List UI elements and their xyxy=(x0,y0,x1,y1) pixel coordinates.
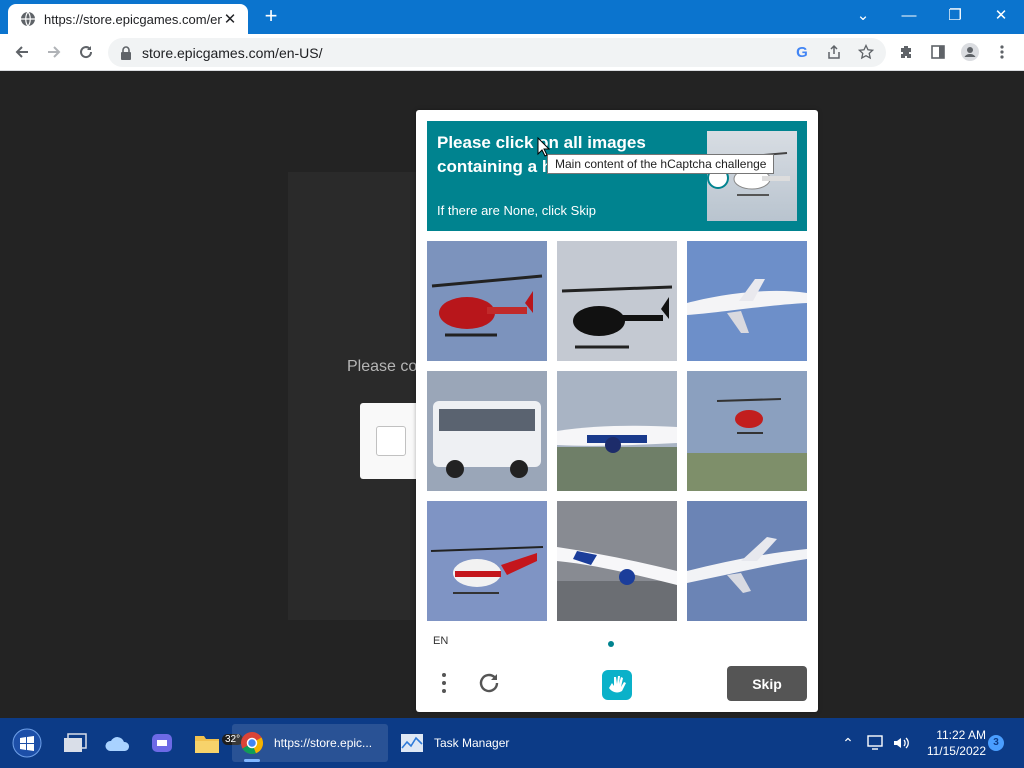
reload-icon xyxy=(80,46,93,59)
browser-titlebar: https://store.epicgames.com/en- ✕ + ⌄ — … xyxy=(0,0,1024,34)
image-tile-9[interactable] xyxy=(687,501,807,621)
image-tile-5[interactable] xyxy=(557,371,677,491)
refresh-challenge-button[interactable] xyxy=(474,668,504,698)
image-tile-6[interactable] xyxy=(687,371,807,491)
browser-menu-icon[interactable] xyxy=(991,41,1013,63)
active-indicator xyxy=(244,759,260,762)
challenge-tooltip: Main content of the hCaptcha challenge xyxy=(547,154,775,174)
tab-close-icon[interactable]: ✕ xyxy=(222,10,238,28)
system-clock[interactable]: 11:22 AM 11/15/2022 xyxy=(916,727,986,759)
browser-tab[interactable]: https://store.epicgames.com/en- ✕ xyxy=(8,4,248,34)
forward-arrow-icon xyxy=(48,46,61,58)
show-hidden-icons-chevron-icon[interactable]: ⌃ xyxy=(838,733,858,753)
share-icon[interactable] xyxy=(823,41,845,63)
address-bar[interactable]: store.epicgames.com/en-US/ xyxy=(108,38,886,67)
teams-chat-icon[interactable] xyxy=(150,724,178,762)
browser-toolbar: store.epicgames.com/en-US/ G xyxy=(0,34,1024,71)
bookmark-star-icon[interactable] xyxy=(855,41,877,63)
challenge-prompt: Please click on all images containing a … xyxy=(427,121,807,231)
image-tile-8[interactable] xyxy=(557,501,677,621)
task-manager-icon xyxy=(401,734,423,752)
pagination-dot xyxy=(608,641,614,647)
back-button[interactable] xyxy=(8,38,36,66)
skip-button[interactable]: Skip xyxy=(727,666,807,701)
back-arrow-icon xyxy=(15,46,28,58)
chrome-taskbar-label: https://store.epic... xyxy=(274,736,373,750)
profile-avatar-icon[interactable] xyxy=(959,41,981,63)
new-tab-button[interactable]: + xyxy=(258,4,284,30)
forward-button[interactable] xyxy=(40,38,68,66)
language-selector[interactable]: EN xyxy=(433,635,448,647)
clock-date: 11/15/2022 xyxy=(926,744,986,758)
menu-dots-button[interactable] xyxy=(436,668,452,698)
hcaptcha-challenge: Please click on all images containing a … xyxy=(416,110,818,712)
windows-taskbar: 32° https://store.epic... Task Manager ⌃… xyxy=(0,718,1024,768)
notification-badge[interactable]: 3 xyxy=(988,735,1004,751)
google-icon[interactable]: G xyxy=(791,41,813,63)
side-panel-icon[interactable] xyxy=(927,41,949,63)
volume-icon[interactable] xyxy=(891,733,911,753)
close-window-button[interactable]: ✕ xyxy=(978,0,1024,30)
image-tile-3[interactable] xyxy=(687,241,807,361)
extensions-icon[interactable] xyxy=(895,41,917,63)
clock-time: 11:22 AM xyxy=(936,728,986,742)
reload-button[interactable] xyxy=(72,38,100,66)
chrome-icon xyxy=(241,732,264,755)
weather-icon[interactable]: 32° xyxy=(104,724,244,762)
captcha-checkbox[interactable] xyxy=(376,426,406,456)
task-manager-label: Task Manager xyxy=(434,736,510,750)
minimize-button[interactable]: — xyxy=(886,0,932,30)
image-tile-4[interactable] xyxy=(427,371,547,491)
refresh-icon xyxy=(479,673,499,693)
lock-icon xyxy=(121,45,131,60)
tab-title: https://store.epicgames.com/en- xyxy=(44,11,222,27)
image-tile-7[interactable] xyxy=(427,501,547,621)
file-explorer-icon[interactable] xyxy=(194,724,222,762)
restore-button[interactable]: ❐ xyxy=(932,0,978,30)
image-grid xyxy=(427,241,807,621)
mouse-cursor-icon xyxy=(537,137,551,157)
network-icon[interactable] xyxy=(866,733,886,753)
image-tile-2[interactable] xyxy=(557,241,677,361)
taskbar-chrome[interactable]: https://store.epic... xyxy=(232,724,388,762)
more-vertical-icon xyxy=(442,673,446,693)
task-view-icon[interactable] xyxy=(62,724,92,762)
prompt-subtitle: If there are None, click Skip xyxy=(437,203,596,218)
globe-icon xyxy=(21,11,35,27)
hcaptcha-logo-icon[interactable] xyxy=(600,668,634,702)
image-tile-1[interactable] xyxy=(427,241,547,361)
windows-logo-icon xyxy=(12,728,42,758)
tab-search-icon[interactable]: ⌄ xyxy=(840,0,886,30)
taskbar-task-manager[interactable]: Task Manager xyxy=(396,724,526,762)
start-button[interactable] xyxy=(8,724,46,762)
background-prompt-text: Please co xyxy=(347,358,418,375)
url-text: store.epicgames.com/en-US/ xyxy=(142,44,323,61)
